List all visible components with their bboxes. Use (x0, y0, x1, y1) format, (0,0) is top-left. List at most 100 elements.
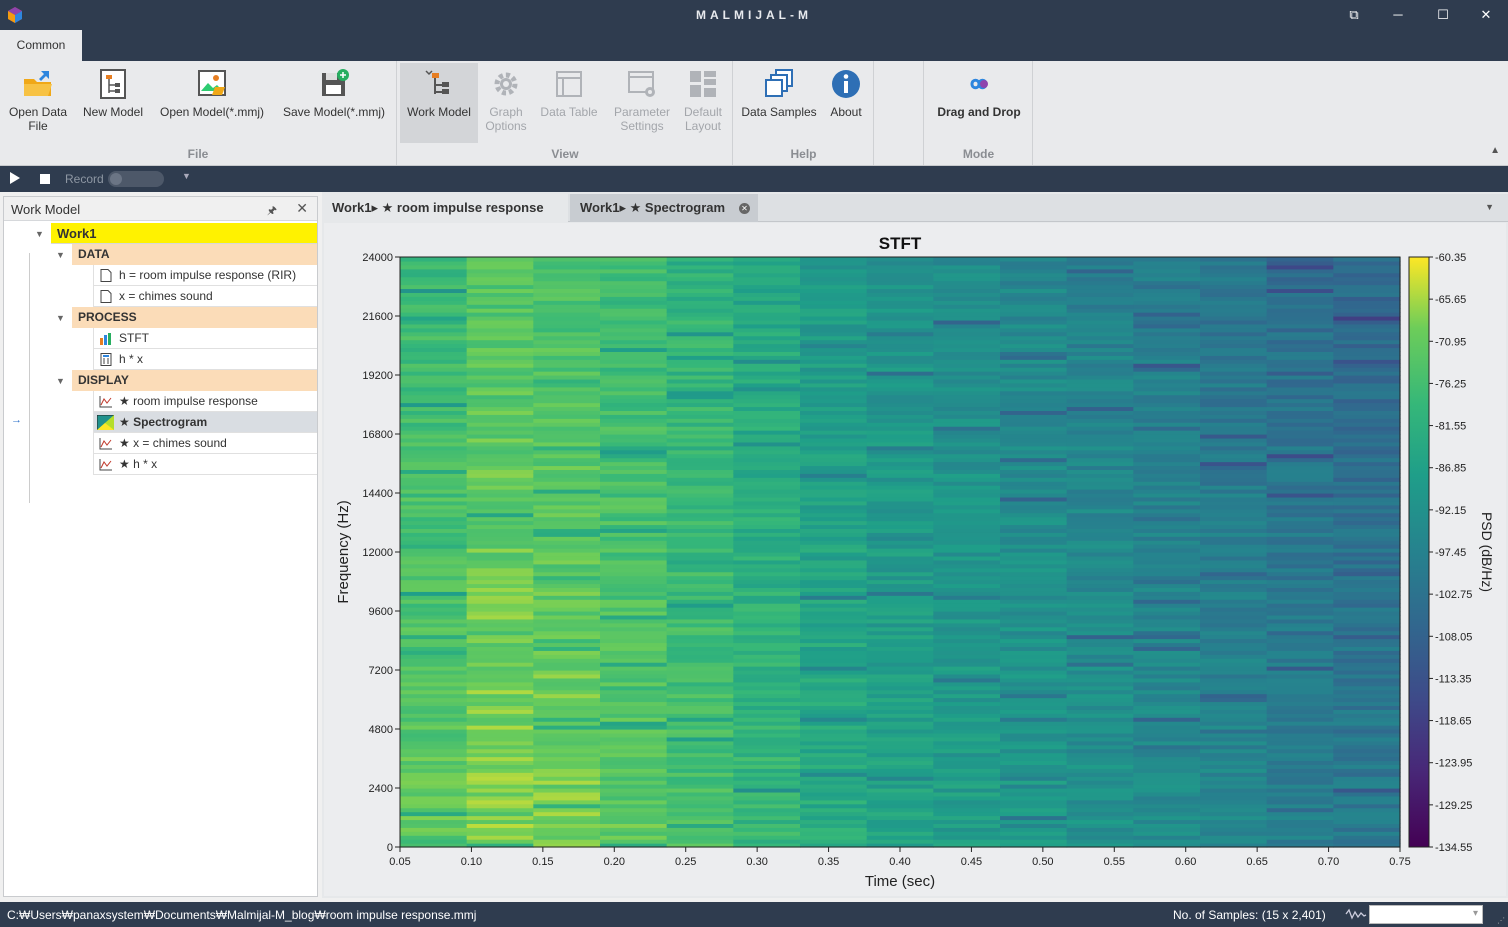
save-model-button[interactable]: Save Model(*.mmj) (277, 63, 391, 143)
resize-grip-icon[interactable]: ⋰ (1497, 916, 1505, 925)
info-icon (832, 70, 860, 98)
graph-options-button[interactable]: Graph Options (478, 63, 534, 143)
data-table-button[interactable]: Data Table (536, 63, 602, 143)
spectrogram-cell (400, 788, 468, 793)
tree-category-data[interactable]: DATA (72, 244, 317, 265)
about-button[interactable]: About (822, 63, 870, 143)
spectrogram-cell (1133, 622, 1201, 628)
close-tab-icon[interactable]: ✕ (739, 203, 750, 214)
data-samples-button[interactable]: Data Samples (738, 63, 820, 143)
default-layout-button[interactable]: Default Layout (678, 63, 728, 143)
y-tick-label: 9600 (369, 606, 393, 618)
maximize-button[interactable]: ☐ (1429, 4, 1457, 26)
stft-spectrogram-chart[interactable]: STFT0.05 0.10 0.15 0.20 0.25 0.30 0.35 0.40 0.45… (324, 223, 1506, 896)
close-button[interactable]: ✕ (1472, 4, 1500, 26)
spectrogram-cell (800, 284, 868, 290)
tab-common[interactable]: Common (0, 30, 82, 61)
tree-item-display-chimes[interactable]: ★ x = chimes sound (93, 433, 317, 454)
spectrogram-cell (533, 595, 601, 600)
spectrogram-cell (1000, 276, 1068, 282)
spectrogram-cell (1200, 312, 1268, 317)
spectrogram-cell (400, 626, 468, 632)
spectrogram-cell (1333, 312, 1401, 317)
open-data-file-button[interactable]: Open Data File (4, 63, 72, 143)
spectrogram-cell (800, 347, 868, 352)
spectrogram-cell (1133, 402, 1201, 408)
record-toggle[interactable] (108, 171, 164, 187)
spectrogram-cell (1000, 402, 1068, 408)
spectrogram-cell (533, 685, 601, 691)
new-model-button[interactable]: New Model (78, 63, 148, 143)
spectrogram-cell (800, 461, 868, 467)
spectrogram-cell (1000, 304, 1068, 309)
spectrogram-cell (733, 772, 801, 777)
spectrogram-cell (600, 729, 668, 734)
record-dropdown-icon[interactable]: ▼ (182, 171, 191, 181)
pin-icon[interactable]: 🖈 (267, 202, 277, 221)
expand-process-icon[interactable]: ▼ (56, 313, 65, 323)
spectrogram-cell (1266, 308, 1334, 313)
spectrogram-cell (1200, 744, 1268, 750)
spectrogram-cell (933, 489, 1001, 494)
work-model-button[interactable]: Work Model (400, 63, 478, 143)
spectrogram-cell (800, 654, 868, 659)
spectrogram-cell (1133, 347, 1201, 352)
restore-layout-icon[interactable]: ⧉ (1340, 4, 1368, 26)
spectrogram-cell (600, 823, 668, 828)
status-dropdown[interactable] (1369, 905, 1483, 924)
spectrogram-cell (466, 626, 534, 632)
drag-and-drop-button[interactable]: Drag and Drop (927, 63, 1031, 143)
spectrogram-cell (1133, 603, 1201, 608)
tab-list-dropdown-icon[interactable]: ▼ (1485, 202, 1494, 212)
tree-item-display-spectrogram[interactable]: ★ Spectrogram (93, 412, 317, 433)
spectrogram-cell (800, 453, 868, 459)
spectrogram-cell (1266, 528, 1334, 533)
spectrogram-cell (1133, 618, 1201, 624)
spectrogram-cell (1200, 721, 1268, 726)
spectrogram-cell (1200, 331, 1268, 337)
spectrogram-cell (600, 355, 668, 360)
spectrogram-cell (1333, 276, 1401, 282)
tree-category-process[interactable]: PROCESS (72, 307, 317, 328)
expand-work1-icon[interactable]: ▼ (35, 229, 44, 239)
spectrogram-cell (466, 807, 534, 813)
expand-display-icon[interactable]: ▼ (56, 376, 65, 386)
collapse-ribbon-icon[interactable]: ▲ (1490, 145, 1500, 156)
spectrogram-cell (1333, 811, 1401, 817)
play-icon[interactable] (10, 172, 20, 184)
spectrogram-cell (1066, 701, 1134, 706)
tree-item-stft[interactable]: STFT (93, 328, 317, 349)
tree-item-display-hx[interactable]: ★ h * x (93, 454, 317, 475)
spectrogram-cell (1000, 473, 1068, 478)
spectrogram-cell (533, 603, 601, 608)
tab-room-impulse-response[interactable]: Work1▸ ★ room impulse response (322, 194, 568, 222)
minimize-button[interactable]: ─ (1384, 4, 1412, 26)
spectrogram-cell (1333, 304, 1401, 309)
open-model-button[interactable]: Open Model(*.mmj) (154, 63, 270, 143)
spectrogram-cell (1133, 300, 1201, 305)
tree-root-work1[interactable]: Work1 (51, 223, 317, 244)
spectrogram-cell (600, 512, 668, 518)
tree-item-chimes[interactable]: x = chimes sound (93, 286, 317, 307)
tree-item-convolution[interactable]: h * x (93, 349, 317, 370)
spectrogram-cell (1333, 725, 1401, 730)
spectrogram-cell (933, 685, 1001, 691)
tree-item-rir[interactable]: h = room impulse response (RIR) (93, 265, 317, 286)
tree-category-display[interactable]: DISPLAY (72, 370, 317, 391)
spectrogram-cell (800, 571, 868, 577)
spectrogram-cell (1066, 272, 1134, 278)
spectrogram-cell (733, 713, 801, 718)
spectrogram-cell (466, 304, 534, 309)
spectrogram-cell (800, 441, 868, 447)
spectrogram-cell (866, 595, 934, 600)
spectrogram-cell (933, 441, 1001, 447)
stop-icon[interactable] (40, 174, 50, 184)
spectrogram-cell (866, 323, 934, 329)
tree-item-display-rir[interactable]: ★ room impulse response (93, 391, 317, 412)
spectrogram-cell (1066, 430, 1134, 435)
spectrogram-cell (1200, 493, 1268, 498)
tab-spectrogram[interactable]: Work1▸ ★ Spectrogram ✕ (570, 194, 758, 222)
close-panel-icon[interactable]: ✕ (296, 200, 308, 217)
expand-data-icon[interactable]: ▼ (56, 250, 65, 260)
parameter-settings-button[interactable]: Parameter Settings (606, 63, 678, 143)
